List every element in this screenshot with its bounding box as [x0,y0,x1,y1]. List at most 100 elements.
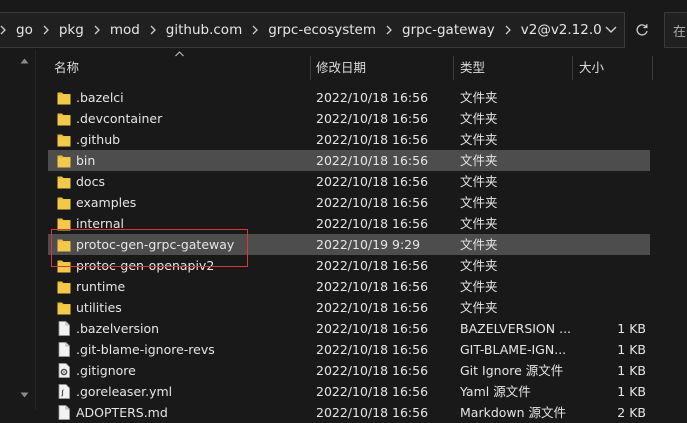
file-row[interactable]: .git-blame-ignore-revs 2022/10/18 16:56 GI… [48,339,658,360]
file-type: Git Ignore 源文件 [460,363,564,378]
column-resizer[interactable] [310,56,311,80]
breadcrumb-item[interactable]: grpc-gateway [402,22,495,38]
column-resizer[interactable] [453,56,454,80]
file-modified-date: 2022/10/18 16:56 [316,300,429,315]
file-modified-date: 2022/10/18 16:56 [316,363,429,378]
file-type: GIT-BLAME-IGN... [460,342,567,357]
file-modified-date: 2022/10/18 16:56 [316,216,429,231]
folder-icon [57,300,71,315]
chevron-right-icon[interactable] [0,25,6,35]
file-modified-date: 2022/10/18 16:56 [316,174,429,189]
file-type: 文件夹 [460,132,498,147]
chevron-right-icon[interactable] [43,25,49,35]
folder-icon [57,90,71,105]
folder-icon [57,237,71,252]
file-type: BAZELVERSION ... [460,321,572,336]
file-row[interactable]: .bazelci 2022/10/18 16:56 文件夹 [48,87,658,108]
file-modified-date: 2022/10/18 16:56 [316,321,429,336]
file-modified-date: 2022/10/18 16:56 [316,342,429,357]
file-name: .bazelci [76,90,124,105]
file-icon [57,342,71,357]
file-icon [57,321,71,336]
breadcrumb: go pkg mod github.com grpc-ecosystem grpc-gat… [0,22,602,38]
file-type: 文件夹 [460,258,498,273]
file-row[interactable]: .devcontainer 2022/10/18 16:56 文件夹 [48,108,658,129]
file-list: .bazelci 2022/10/18 16:56 文件夹 .devcontainer… [48,87,658,423]
scroll-down-icon[interactable] [20,392,29,398]
chevron-down-icon [605,26,617,33]
folder-icon [57,216,71,231]
address-bar[interactable]: go pkg mod github.com grpc-ecosystem grpc-gat… [0,12,625,48]
file-row[interactable]: protoc-gen-grpc-gateway 2022/10/19 9:29 文件… [48,234,650,255]
column-header-size[interactable]: 大小 [579,56,604,80]
search-input[interactable]: 在 [664,12,687,48]
navigation-pane[interactable] [0,50,35,410]
column-header-type[interactable]: 类型 [460,56,485,80]
file-type: 文件夹 [460,279,498,294]
breadcrumb-item[interactable]: v2@v2.12.0 [521,22,602,38]
file-name: .bazelversion [76,321,160,336]
file-type: 文件夹 [460,216,498,231]
file-row[interactable]: protoc-gen-openapiv2 2022/10/18 16:56 文件夹 [48,255,658,276]
file-row[interactable]: .goreleaser.yml 2022/10/18 16:56 Yaml 源文件 1… [48,381,658,402]
file-size: 1 KB [617,384,646,399]
file-row[interactable]: .gitignore 2022/10/18 16:56 Git Ignore 源文件… [48,360,658,381]
file-name: docs [76,174,105,189]
chevron-right-icon[interactable] [386,25,392,35]
file-modified-date: 2022/10/18 16:56 [316,90,429,105]
breadcrumb-item[interactable]: github.com [166,22,242,38]
sort-ascending-icon [175,51,184,57]
file-row[interactable]: ADOPTERS.md 2022/10/18 16:56 Markdown 源文件 2… [48,402,658,423]
file-name: runtime [76,279,126,294]
file-row[interactable]: .bazelversion 2022/10/18 16:56 BAZELVERSIO… [48,318,658,339]
file-row[interactable]: runtime 2022/10/18 16:56 文件夹 [48,276,658,297]
file-type: 文件夹 [460,300,498,315]
column-header-date[interactable]: 修改日期 [316,56,366,80]
file-name: protoc-gen-grpc-gateway [76,237,235,252]
file-row[interactable]: .github 2022/10/18 16:56 文件夹 [48,129,658,150]
refresh-icon [636,24,648,36]
file-name: .gitignore [76,363,136,378]
file-size: 1 KB [617,342,646,357]
breadcrumb-item[interactable]: go [16,22,33,38]
file-name: internal [76,216,124,231]
column-header-name[interactable]: 名称 [54,56,79,80]
chevron-right-icon[interactable] [150,25,156,35]
pane-divider[interactable] [35,50,36,410]
config-file-icon [57,363,71,378]
file-type: 文件夹 [460,174,498,189]
file-row[interactable]: examples 2022/10/18 16:56 文件夹 [48,192,658,213]
scroll-up-icon[interactable] [20,58,29,64]
folder-icon [57,153,71,168]
breadcrumb-item[interactable]: grpc-ecosystem [268,22,376,38]
address-history-dropdown[interactable] [598,13,624,47]
file-modified-date: 2022/10/18 16:56 [316,279,429,294]
chevron-right-icon[interactable] [505,25,511,35]
file-row[interactable]: internal 2022/10/18 16:56 文件夹 [48,213,658,234]
file-row[interactable]: docs 2022/10/18 16:56 文件夹 [48,171,658,192]
file-type: Markdown 源文件 [460,405,567,420]
chevron-right-icon[interactable] [94,25,100,35]
file-modified-date: 2022/10/18 16:56 [316,132,429,147]
folder-icon [57,111,71,126]
file-name: utilities [76,300,122,315]
refresh-button[interactable] [627,12,657,48]
file-row[interactable]: utilities 2022/10/18 16:56 文件夹 [48,297,658,318]
file-name: bin [76,153,96,168]
file-name: .github [76,132,121,147]
file-modified-date: 2022/10/18 16:56 [316,384,429,399]
script-file-icon [57,384,71,399]
file-row[interactable]: bin 2022/10/18 16:56 文件夹 [48,150,650,171]
chevron-right-icon[interactable] [252,25,259,35]
file-type: 文件夹 [460,237,498,252]
breadcrumb-item[interactable]: pkg [59,22,84,38]
column-header: 名称 修改日期 类型 大小 [48,51,653,80]
column-resizer[interactable] [572,56,573,80]
folder-icon [57,258,71,273]
column-resizer[interactable] [652,56,653,80]
breadcrumb-item[interactable]: mod [110,22,140,38]
file-name: .goreleaser.yml [76,384,173,399]
file-size: 2 KB [617,405,646,420]
file-modified-date: 2022/10/18 16:56 [316,195,429,210]
file-modified-date: 2022/10/18 16:56 [316,153,429,168]
